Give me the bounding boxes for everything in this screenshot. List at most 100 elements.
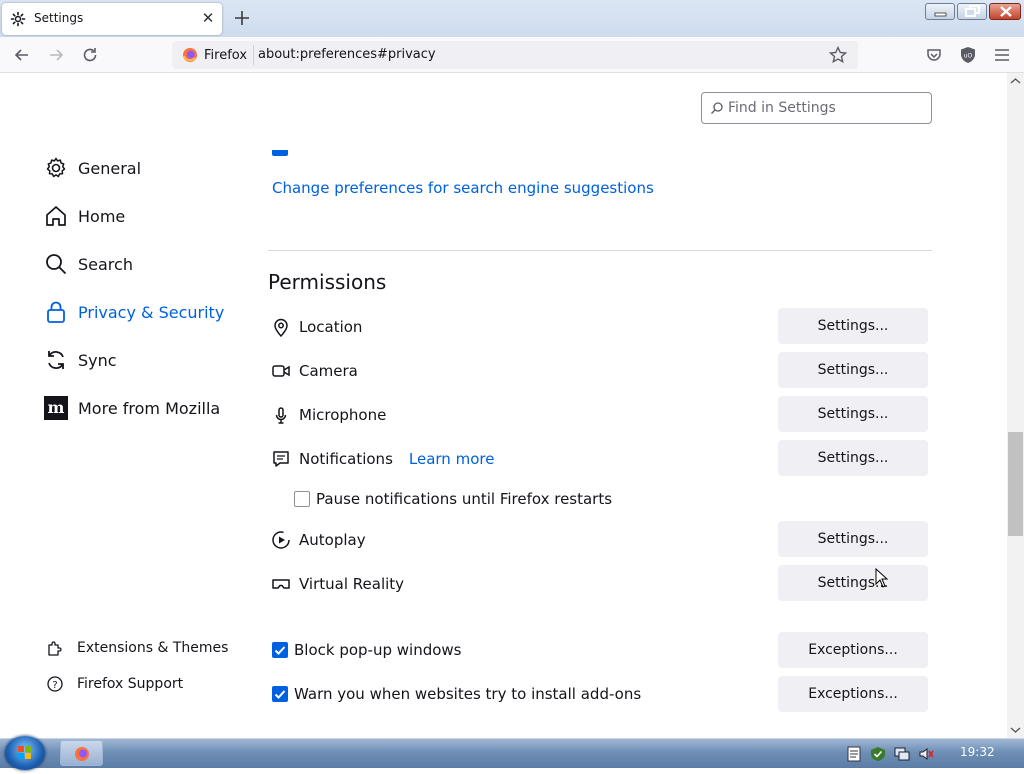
start-button[interactable] — [5, 736, 45, 770]
menu-icon[interactable] — [992, 45, 1012, 65]
partial-checkbox[interactable] — [272, 150, 288, 156]
warn-addons-checkbox[interactable] — [272, 686, 288, 702]
block-popups-checkbox[interactable] — [272, 642, 288, 658]
camera-settings-button[interactable]: Settings... — [778, 352, 928, 388]
sidebar-item-label: More from Mozilla — [78, 398, 221, 418]
autoplay-settings-button[interactable]: Settings... — [778, 521, 928, 557]
sidebar-item-label: Search — [78, 254, 133, 274]
permission-camera: Camera — [271, 356, 358, 386]
scroll-down-icon[interactable] — [1007, 724, 1024, 736]
minimize-button[interactable] — [925, 3, 955, 20]
windows-logo-icon — [18, 746, 31, 759]
volume-muted-icon[interactable] — [918, 746, 934, 762]
section-divider — [268, 250, 932, 251]
minimize-icon — [934, 12, 947, 17]
gear-icon — [10, 11, 26, 27]
sidebar-item-general[interactable]: General — [44, 153, 141, 183]
close-icon — [1000, 6, 1012, 17]
scrollbar-thumb[interactable] — [1008, 432, 1023, 536]
permission-label: Virtual Reality — [299, 575, 405, 593]
restore-button[interactable] — [957, 3, 987, 20]
tab-settings[interactable]: Settings ✕ — [2, 3, 222, 35]
action-center-icon[interactable] — [870, 746, 886, 762]
close-icon[interactable]: ✕ — [200, 10, 216, 26]
permission-microphone: Microphone — [271, 400, 386, 430]
restore-icon — [965, 5, 980, 17]
permissions-heading: Permissions — [268, 270, 387, 294]
firefox-icon — [183, 48, 197, 62]
popup-exceptions-button[interactable]: Exceptions... — [778, 632, 928, 668]
bookmark-star-icon[interactable] — [828, 45, 848, 65]
sidebar-item-label: Privacy & Security — [78, 302, 225, 322]
new-tab-icon[interactable] — [232, 8, 252, 28]
permission-location: Location — [271, 312, 362, 342]
sidebar-footer-label: Firefox Support — [77, 676, 184, 692]
location-settings-button[interactable]: Settings... — [778, 308, 928, 344]
checkmark-icon — [274, 646, 286, 655]
sync-icon — [48, 351, 64, 369]
svg-text:uO: uO — [964, 53, 973, 60]
notifications-icon — [273, 451, 289, 467]
tab-title: Settings — [34, 11, 84, 25]
scrollbar[interactable] — [1007, 73, 1024, 738]
sidebar-item-sync[interactable]: Sync — [44, 345, 117, 375]
reload-icon[interactable] — [80, 45, 100, 65]
network-icon[interactable] — [894, 746, 910, 762]
autoplay-icon — [272, 531, 290, 549]
permission-label: Camera — [299, 362, 358, 380]
pause-notifications-label[interactable]: Pause notifications until Firefox restar… — [316, 490, 612, 508]
svg-text:m: m — [48, 398, 65, 417]
microphone-icon — [275, 407, 287, 424]
sidebar-item-search[interactable]: Search — [44, 249, 133, 279]
search-suggestions-link[interactable]: Change preferences for search engine sug… — [272, 179, 654, 197]
sidebar-item-label: Sync — [78, 350, 117, 370]
firefox-icon — [75, 747, 89, 761]
gear-icon — [46, 157, 66, 178]
preferences-page: General Home Search Privacy & Security S… — [0, 73, 1007, 738]
scroll-up-icon[interactable] — [1007, 75, 1024, 87]
find-in-settings[interactable] — [701, 92, 932, 124]
addons-exceptions-button[interactable]: Exceptions... — [778, 676, 928, 712]
mozilla-icon: m — [44, 396, 68, 420]
permission-label: Notifications — [299, 450, 393, 468]
permission-label: Location — [299, 318, 363, 336]
forward-icon[interactable] — [46, 45, 66, 65]
search-input[interactable] — [726, 97, 926, 119]
notifications-settings-button[interactable]: Settings... — [778, 440, 928, 476]
tab-strip: Settings ✕ — [0, 0, 1024, 37]
window-close-button[interactable] — [989, 3, 1021, 20]
home-icon — [46, 206, 66, 226]
taskbar-firefox-button[interactable] — [60, 740, 103, 766]
pocket-icon[interactable] — [924, 45, 944, 65]
sidebar-item-home[interactable]: Home — [44, 201, 125, 231]
vr-settings-button[interactable]: Settings... — [778, 565, 928, 601]
lock-icon — [47, 301, 65, 323]
mouse-cursor-icon — [875, 568, 889, 588]
permission-label: Microphone — [299, 406, 387, 424]
puzzle-icon — [48, 641, 62, 656]
sidebar-item-label: General — [78, 158, 142, 178]
system-tray — [838, 740, 1024, 768]
back-icon[interactable] — [12, 45, 32, 65]
url-text[interactable]: about:preferences#privacy — [258, 47, 436, 62]
permission-autoplay: Autoplay — [271, 525, 366, 555]
microphone-settings-button[interactable]: Settings... — [778, 396, 928, 432]
notifications-learn-more-link[interactable]: Learn more — [409, 450, 495, 468]
sidebar-item-more-from-mozilla[interactable]: m More from Mozilla — [44, 393, 220, 423]
identity-box[interactable]: Firefox — [178, 45, 255, 65]
permission-virtual-reality: Virtual Reality — [271, 569, 404, 599]
document-icon[interactable] — [846, 746, 862, 762]
warn-addons-label[interactable]: Warn you when websites try to install ad… — [294, 685, 641, 703]
taskbar-clock[interactable]: 19:32 — [960, 745, 995, 759]
search-icon — [46, 254, 67, 275]
sidebar-extensions-themes[interactable]: Extensions & Themes — [46, 639, 228, 657]
search-icon — [711, 102, 723, 114]
checkmark-icon — [274, 690, 286, 699]
ublock-icon[interactable]: uO — [958, 45, 978, 65]
permission-notifications: Notifications Learn more — [271, 444, 494, 474]
sidebar-firefox-support[interactable]: ? Firefox Support — [46, 675, 183, 693]
sidebar-item-privacy[interactable]: Privacy & Security — [44, 297, 224, 327]
help-icon: ? — [47, 676, 63, 692]
pause-notifications-checkbox[interactable] — [294, 491, 310, 507]
block-popups-label[interactable]: Block pop-up windows — [294, 641, 462, 659]
